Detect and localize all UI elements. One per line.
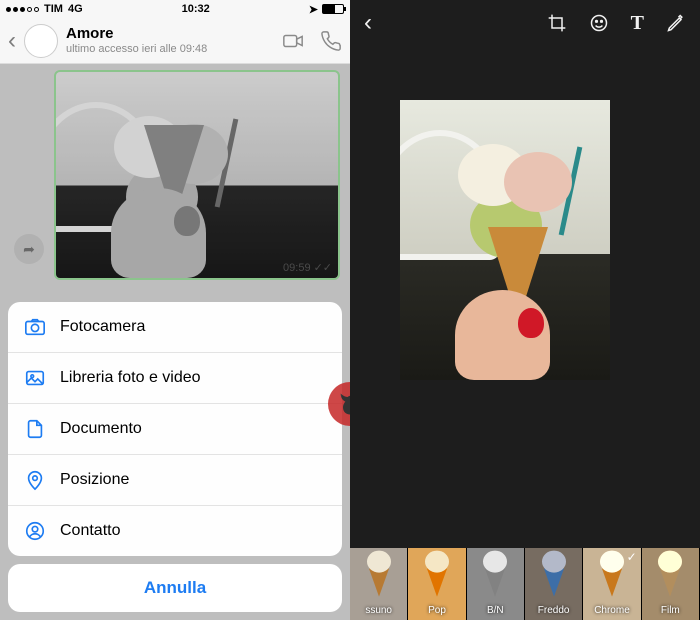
filter-freddo[interactable]: Freddo xyxy=(525,548,583,620)
emoji-icon[interactable] xyxy=(589,13,609,33)
photo-library-icon xyxy=(24,367,46,389)
filter-nessuno[interactable]: ssuno xyxy=(350,548,408,620)
filter-label: Chrome xyxy=(594,603,630,620)
avatar[interactable] xyxy=(24,24,58,58)
editor-header: ‹ T xyxy=(350,0,700,46)
last-seen-label: ultimo accesso ieri alle 09:48 xyxy=(66,43,274,55)
sheet-item-label: Libreria foto e video xyxy=(60,369,201,387)
filter-chrome[interactable]: Chrome xyxy=(583,548,641,620)
filter-bn[interactable]: B/N xyxy=(467,548,525,620)
sheet-item-location[interactable]: Posizione xyxy=(8,455,342,506)
cancel-label: Annulla xyxy=(144,578,206,597)
sheet-item-label: Documento xyxy=(60,420,142,438)
whatsapp-chat-pane: TIM 4G 10:32 ➤ ‹ Amore ultimo accesso ie… xyxy=(0,0,350,620)
signal-dots-icon xyxy=(6,7,39,12)
crop-icon[interactable] xyxy=(547,13,567,33)
sheet-cancel-button[interactable]: Annulla xyxy=(8,564,342,612)
sheet-item-camera[interactable]: Fotocamera xyxy=(8,302,342,353)
photo-editor-pane: ‹ T ssuno Pop xyxy=(350,0,700,620)
draw-pencil-icon[interactable] xyxy=(666,13,686,33)
filter-label: Film xyxy=(661,603,680,620)
carrier-label: TIM xyxy=(44,3,63,15)
editor-canvas-image[interactable] xyxy=(400,100,610,380)
contact-icon xyxy=(24,520,46,542)
back-chevron-icon[interactable]: ‹ xyxy=(8,27,16,55)
attachment-action-sheet: Fotocamera Libreria foto e video Documen… xyxy=(8,302,342,612)
contact-name[interactable]: Amore xyxy=(66,26,274,43)
filter-label: B/N xyxy=(487,603,504,620)
chat-header: ‹ Amore ultimo accesso ieri alle 09:48 xyxy=(0,18,350,64)
chat-body: 09:59 ✓✓ ➦ Fotocamera Libreria foto e vi… xyxy=(0,64,350,620)
location-pin-icon xyxy=(24,469,46,491)
filter-pop[interactable]: Pop xyxy=(408,548,466,620)
text-tool-icon[interactable]: T xyxy=(631,12,644,35)
filter-label: Freddo xyxy=(538,603,570,620)
sheet-item-document[interactable]: Documento xyxy=(8,404,342,455)
sheet-item-label: Fotocamera xyxy=(60,318,145,336)
sheet-item-library[interactable]: Libreria foto e video xyxy=(8,353,342,404)
camera-icon xyxy=(24,316,46,338)
voice-call-icon[interactable] xyxy=(320,30,342,52)
filter-strip[interactable]: ssuno Pop B/N Freddo Chrome Film xyxy=(350,548,700,620)
document-icon xyxy=(24,418,46,440)
video-call-icon[interactable] xyxy=(282,30,304,52)
sheet-item-label: Posizione xyxy=(60,471,129,489)
status-bar: TIM 4G 10:32 ➤ xyxy=(0,0,350,18)
sheet-item-label: Contatto xyxy=(60,522,120,540)
filter-film[interactable]: Film xyxy=(642,548,700,620)
filter-label: Pop xyxy=(428,603,446,620)
sheet-item-contact[interactable]: Contatto xyxy=(8,506,342,556)
clock-label: 10:32 xyxy=(182,3,210,15)
location-arrow-icon: ➤ xyxy=(309,3,318,16)
editor-back-icon[interactable]: ‹ xyxy=(364,9,372,37)
network-label: 4G xyxy=(68,3,83,15)
filter-label: ssuno xyxy=(365,603,392,620)
battery-icon xyxy=(322,4,344,14)
